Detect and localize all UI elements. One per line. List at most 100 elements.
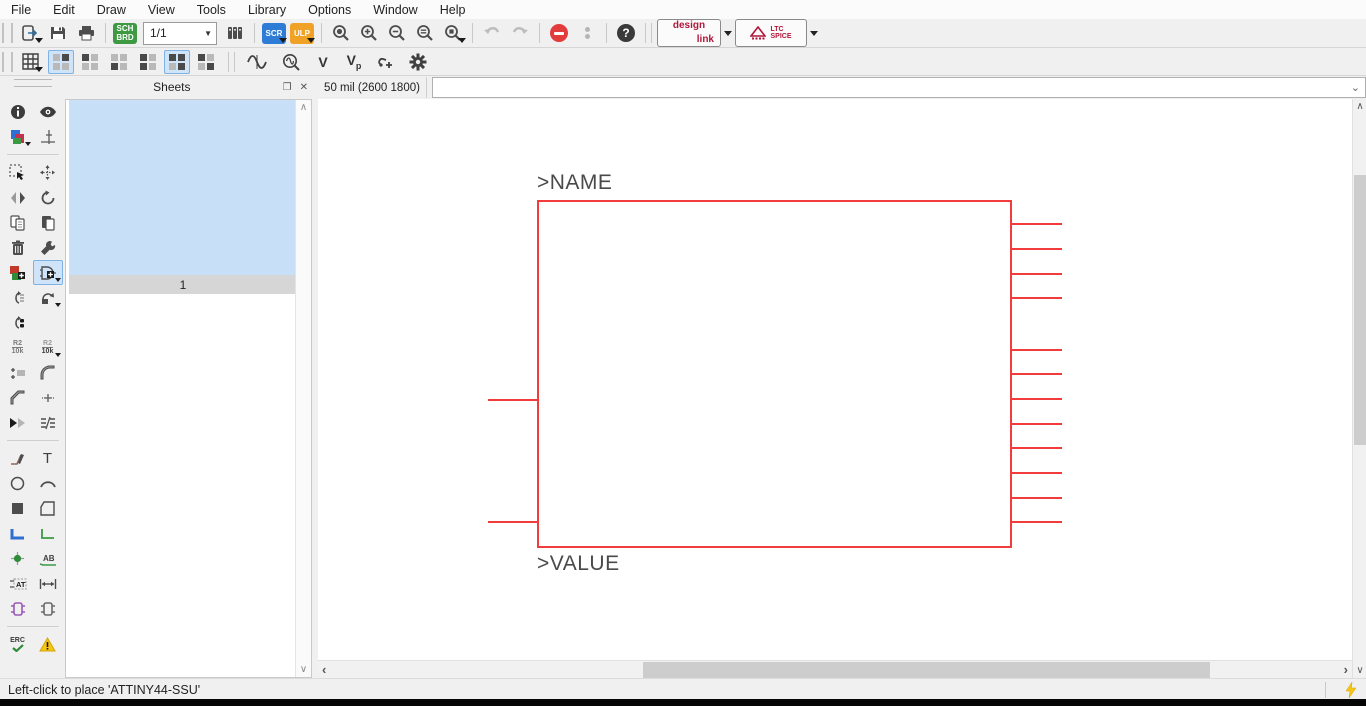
name-tool[interactable]: R2 10k [3, 335, 33, 360]
smash-tool[interactable] [3, 360, 33, 385]
miter-round-tool[interactable] [33, 360, 63, 385]
wire-tool[interactable] [3, 446, 33, 471]
options-dots-button[interactable] [573, 21, 601, 45]
display-layers-tool[interactable] [3, 124, 33, 149]
delete-tool[interactable] [3, 235, 33, 260]
library-manager-button[interactable] [221, 21, 249, 45]
open-button[interactable] [16, 21, 44, 45]
replace-tool[interactable] [33, 285, 63, 310]
probe-view-button[interactable] [274, 50, 308, 74]
mark-tool[interactable] [33, 124, 63, 149]
canvas-hscrollbar[interactable]: ‹ › [318, 660, 1352, 679]
hscroll-thumb[interactable] [643, 662, 1210, 678]
help-button[interactable]: ? [612, 21, 640, 45]
module-tool[interactable] [3, 596, 33, 621]
mirror-tool[interactable] [3, 185, 33, 210]
canvas-vscrollbar[interactable]: ∧ ∨ [1352, 99, 1366, 678]
layer-preset-1[interactable] [48, 49, 74, 74]
menu-tools[interactable]: Tools [186, 2, 237, 18]
save-button[interactable] [44, 21, 72, 45]
sheet-label[interactable]: 1 [69, 275, 297, 294]
panel-float-icon[interactable]: ❐ [279, 82, 296, 93]
zoom-out-button[interactable] [383, 21, 411, 45]
bus-tool[interactable] [3, 521, 33, 546]
menu-edit[interactable]: Edit [42, 2, 86, 18]
toolbar-drag-handle[interactable] [2, 23, 13, 43]
show-tool[interactable] [33, 99, 63, 124]
menu-help[interactable]: Help [429, 2, 477, 18]
copy-tool[interactable] [3, 210, 33, 235]
open-dropdown-arrow[interactable] [35, 38, 43, 43]
polygon-tool[interactable] [33, 496, 63, 521]
arc-tool[interactable] [33, 471, 63, 496]
voltage-phase-probe-button[interactable]: Vp [338, 50, 370, 74]
schbrd-toggle-button[interactable]: SCH BRD [111, 21, 139, 45]
layer-preset-4[interactable] [135, 50, 161, 74]
add-gate-tool[interactable] [32, 260, 63, 285]
menu-options[interactable]: Options [297, 2, 362, 18]
scroll-up-icon[interactable]: ∧ [296, 100, 311, 115]
sheet-selector[interactable]: 1/1 ▼ [143, 21, 217, 45]
settings-button[interactable] [402, 50, 434, 74]
array-tool[interactable] [3, 410, 33, 435]
move-tool[interactable] [33, 160, 63, 185]
add-gate-dropdown-arrow[interactable] [54, 278, 61, 282]
miter-straight-tool[interactable] [3, 385, 33, 410]
script-button[interactable]: SCR [260, 21, 288, 45]
voltage-probe-button[interactable]: V [308, 50, 338, 74]
add-part-tool[interactable] [3, 260, 33, 285]
port-tool[interactable] [33, 596, 63, 621]
erc-errors-tool[interactable] [33, 632, 63, 657]
zoom-select-button[interactable] [411, 21, 439, 45]
layer-preset-3[interactable] [106, 50, 132, 74]
change-tool[interactable] [33, 235, 63, 260]
info-tool[interactable] [3, 99, 33, 124]
rect-tool[interactable] [3, 496, 33, 521]
pinswap-tool[interactable] [3, 285, 33, 310]
toolbar-drag-handle[interactable] [2, 51, 13, 72]
sheets-scrollbar[interactable]: ∧ ∨ [295, 100, 311, 677]
zoom-in-button[interactable] [355, 21, 383, 45]
rotate-tool[interactable] [33, 185, 63, 210]
layer-preset-5[interactable] [164, 49, 190, 74]
ulp-button[interactable]: ULP [288, 21, 316, 45]
design-link-dropdown[interactable] [721, 30, 735, 36]
scroll-left-icon[interactable]: ‹ [322, 661, 326, 679]
script-dropdown-arrow[interactable] [279, 38, 287, 43]
group-tool[interactable] [3, 160, 33, 185]
junction-tool[interactable] [3, 546, 33, 571]
menu-file[interactable]: File [0, 2, 42, 18]
command-input[interactable] [433, 78, 1346, 97]
circle-tool[interactable] [3, 471, 33, 496]
panel-close-icon[interactable]: ✕ [296, 82, 312, 93]
layer-preset-2[interactable] [77, 50, 103, 74]
print-button[interactable] [72, 21, 100, 45]
dimension-tool[interactable] [33, 571, 63, 596]
layers-dropdown-arrow[interactable] [24, 142, 31, 146]
ltspice-button[interactable]: LTC SPICE [735, 19, 807, 47]
value-dropdown-arrow[interactable] [54, 353, 61, 357]
vscroll-thumb[interactable] [1354, 175, 1366, 445]
value-tool[interactable]: R2 10k [33, 335, 63, 360]
redo-button[interactable] [506, 21, 534, 45]
command-dropdown-icon[interactable]: ⌄ [1346, 81, 1365, 94]
split-tool[interactable] [33, 410, 63, 435]
grid-dropdown-arrow[interactable] [35, 66, 43, 72]
zoom-fit-button[interactable] [327, 21, 355, 45]
menu-view[interactable]: View [137, 2, 186, 18]
menu-library[interactable]: Library [237, 2, 297, 18]
undo-button[interactable] [478, 21, 506, 45]
menu-draw[interactable]: Draw [86, 2, 137, 18]
command-combobox[interactable]: ⌄ [432, 77, 1366, 98]
sheet-selector-arrow[interactable]: ▼ [200, 29, 216, 38]
grid-button[interactable] [16, 50, 44, 74]
text-tool[interactable]: T [33, 446, 63, 471]
add-probe-button[interactable] [370, 50, 402, 74]
layer-preset-6[interactable] [193, 50, 219, 74]
menu-window[interactable]: Window [362, 2, 428, 18]
scroll-up-icon[interactable]: ∧ [1353, 101, 1366, 112]
scroll-right-icon[interactable]: › [1344, 661, 1348, 679]
scroll-down-icon[interactable]: ∨ [1353, 665, 1366, 676]
zoom-redraw-button[interactable] [439, 21, 467, 45]
erc-tool[interactable]: ERC [3, 632, 33, 657]
